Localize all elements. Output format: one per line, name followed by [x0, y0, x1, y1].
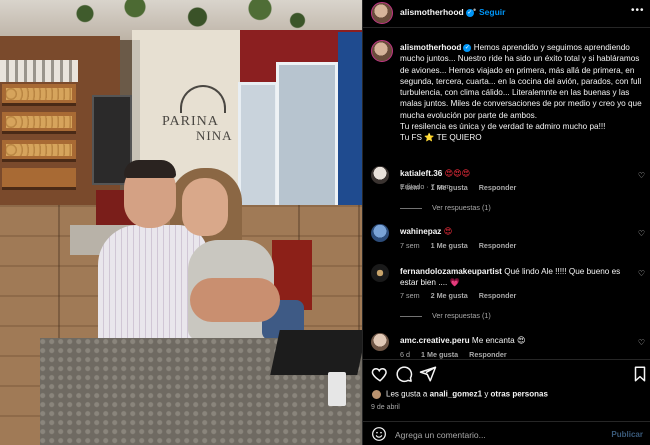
view-replies-button[interactable]: Ver respuestas (1) — [400, 203, 491, 212]
comment-author[interactable]: wahinepaz — [400, 227, 441, 236]
avatar[interactable] — [371, 224, 389, 242]
post-photo[interactable]: PARINA NINA — [0, 0, 362, 445]
comment-likes[interactable]: 2 Me gusta — [431, 291, 468, 300]
photo-bread — [6, 116, 72, 128]
bookmark-icon[interactable] — [631, 365, 649, 383]
send-icon[interactable] — [419, 365, 437, 383]
separator-dot: • — [473, 5, 477, 15]
photo-plants — [60, 0, 310, 34]
comment-icon[interactable] — [395, 365, 413, 383]
avatar[interactable] — [371, 166, 389, 184]
caption-text: alismotherhood ✓ Hemos aprendido y seguim… — [400, 42, 646, 144]
comment-time[interactable]: 7 sem — [400, 183, 420, 192]
reply-button[interactable]: Responder — [479, 183, 517, 192]
likes-middle: y — [484, 389, 489, 399]
comment-author[interactable]: katialeft.36 — [400, 169, 442, 178]
photo-shelf — [2, 168, 76, 190]
avatar — [371, 389, 382, 400]
star-icon: ⭐ — [424, 133, 435, 143]
caption-line: Tu FS — [400, 133, 422, 143]
comment-likes[interactable]: 1 Me gusta — [431, 183, 468, 192]
replies-line — [400, 207, 422, 209]
comment-body: 😍 — [443, 227, 453, 236]
post-date[interactable]: 9 de abril — [371, 404, 400, 411]
caption-author[interactable]: alismotherhood — [400, 43, 461, 52]
likes-user[interactable]: anali_gomez1 — [430, 390, 482, 399]
more-icon[interactable]: ••• — [631, 5, 645, 16]
post-header: alismotherhood ✓ • Seguir ••• — [363, 0, 650, 26]
photo-bread — [6, 144, 72, 156]
verified-icon: ✓ — [463, 43, 472, 52]
comment-likes[interactable]: 1 Me gusta — [431, 241, 468, 250]
photo-fridge — [238, 82, 278, 222]
heart-icon[interactable]: ♡ — [638, 338, 645, 347]
photo-tray — [270, 330, 362, 375]
header-divider — [363, 27, 650, 28]
comment-box-divider — [363, 421, 650, 422]
reply-button[interactable]: Responder — [479, 291, 517, 300]
actions-divider — [363, 359, 650, 360]
view-replies-label[interactable]: Ver respuestas (1) — [432, 311, 491, 320]
post-comment-button[interactable]: Publicar — [611, 430, 643, 439]
comment-body: 😍😍😍 — [444, 169, 471, 178]
avatar[interactable] — [371, 264, 389, 282]
post-side-panel: alismotherhood ✓ • Seguir ••• alismotherh… — [362, 0, 650, 445]
caption-line: Tu resilencia es única y de verdad te ad… — [400, 122, 606, 132]
post-author-name[interactable]: alismotherhood — [400, 7, 464, 17]
comment-author[interactable]: fernandolozamakeupartist — [400, 267, 502, 276]
comment-meta: 7 sem 1 Me gusta Responder — [400, 183, 525, 192]
comment-text: wahinepaz 😍 — [400, 226, 632, 237]
follow-button[interactable]: Seguir — [479, 7, 505, 17]
emoji-icon[interactable] — [371, 426, 387, 442]
photo-awning — [0, 60, 78, 82]
photo-man-hair — [124, 160, 176, 178]
avatar[interactable] — [371, 40, 393, 62]
heart-icon[interactable]: ♡ — [638, 229, 645, 238]
comment-author[interactable]: amc.creative.peru — [400, 336, 470, 345]
comment-time[interactable]: 7 sem — [400, 291, 420, 300]
caption-body: Hemos aprendido y seguimos aprendiendo m… — [400, 43, 642, 120]
replies-line — [400, 315, 422, 317]
action-bar — [363, 362, 650, 384]
comment-likes[interactable]: 1 Me gusta — [421, 350, 458, 359]
add-comment-row: Publicar — [363, 424, 650, 445]
photo-bread — [6, 88, 72, 100]
likes-summary: Les gusta a anali_gomez1 y otras persona… — [371, 389, 647, 400]
likes-prefix: Les gusta a — [386, 389, 428, 399]
view-replies-button[interactable]: Ver respuestas (1) — [400, 311, 491, 320]
photo-arms — [190, 278, 280, 322]
likes-others[interactable]: otras personas — [491, 390, 548, 399]
comment-text: amc.creative.peru Me encanta 😍 — [400, 335, 632, 346]
photo-woman-face — [182, 178, 228, 236]
comment-time[interactable]: 7 sem — [400, 241, 420, 250]
comment-text: fernandolozamakeupartist Qué lindo Ale !… — [400, 266, 632, 289]
comment-meta: 6 d 1 Me gusta Responder — [400, 350, 516, 359]
avatar[interactable] — [371, 2, 393, 24]
comment-text: katialeft.36 😍😍😍 — [400, 168, 632, 179]
comment-time[interactable]: 6 d — [400, 350, 410, 359]
reply-button[interactable]: Responder — [469, 350, 507, 359]
reply-button[interactable]: Responder — [479, 241, 517, 250]
comment-input[interactable] — [395, 428, 595, 442]
heart-icon[interactable]: ♡ — [638, 269, 645, 278]
heart-icon[interactable]: ♡ — [638, 171, 645, 180]
comment-meta: 7 sem 2 Me gusta Responder — [400, 291, 525, 300]
comment-body: Me encanta 😍 — [471, 336, 526, 345]
view-replies-label[interactable]: Ver respuestas (1) — [432, 203, 491, 212]
photo-glass — [328, 372, 346, 406]
heart-icon[interactable] — [371, 365, 389, 383]
comment-meta: 7 sem 1 Me gusta Responder — [400, 241, 525, 250]
post-author[interactable]: alismotherhood ✓ — [400, 7, 474, 17]
avatar[interactable] — [371, 333, 389, 351]
photo-sign-text: NINA — [196, 128, 233, 143]
caption-line: TE QUIERO — [436, 133, 482, 143]
